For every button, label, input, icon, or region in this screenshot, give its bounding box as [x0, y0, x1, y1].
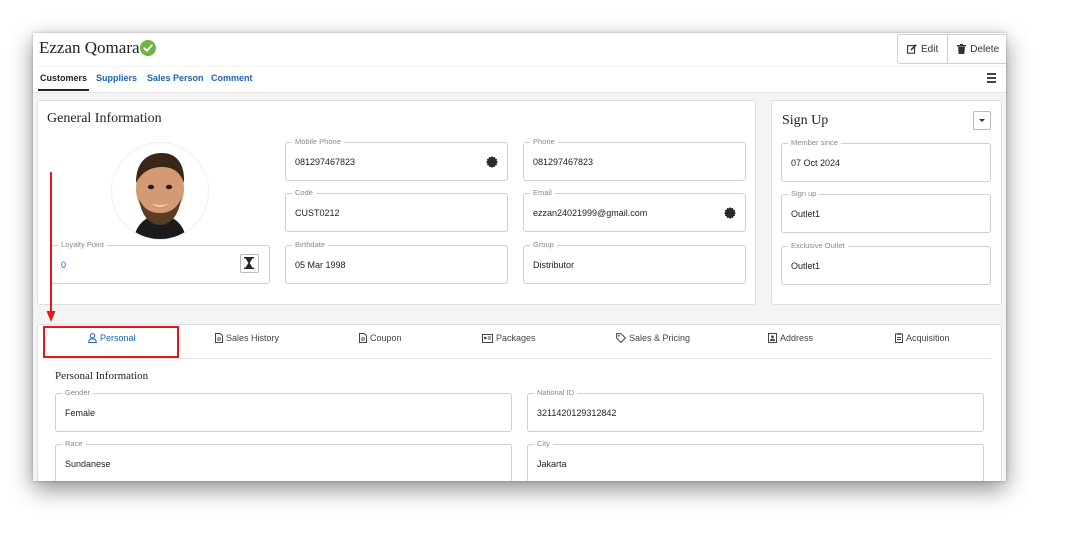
annotation-highlight-box	[43, 326, 179, 358]
annotation-arrow	[46, 172, 56, 322]
